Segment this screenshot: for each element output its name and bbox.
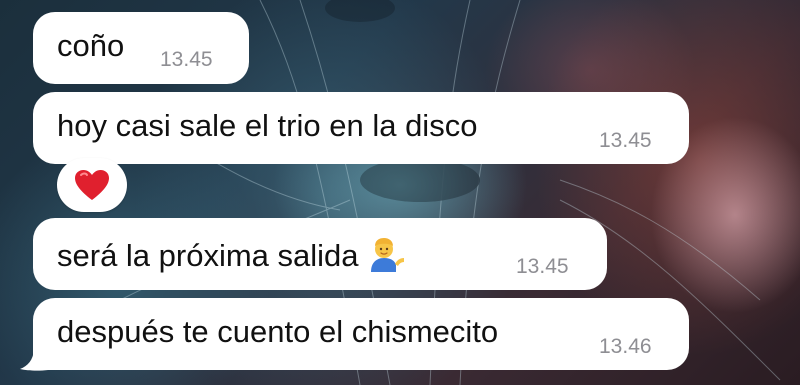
message-text: después te cuento el chismecito <box>57 314 499 349</box>
bubble-tail <box>20 350 48 371</box>
person-tipping-hand-icon <box>370 238 404 272</box>
chat-view: coño 13.45 hoy casi sale el trio en la d… <box>0 0 800 385</box>
message-timestamp: 13.45 <box>160 48 213 71</box>
message-bubble[interactable]: coño 13.45 <box>33 12 249 84</box>
message-timestamp: 13.45 <box>516 255 569 278</box>
message-timestamp: 13.46 <box>599 335 652 358</box>
message-bubble[interactable]: después te cuento el chismecito 13.46 <box>33 298 689 370</box>
heart-icon <box>75 170 109 200</box>
message-text: hoy casi sale el trio en la disco <box>57 108 478 143</box>
reaction-badge[interactable] <box>57 158 127 212</box>
message-bubble[interactable]: será la próxima salida 13.45 <box>33 218 607 290</box>
message-text: será la próxima salida <box>57 238 359 273</box>
message-bubble[interactable]: hoy casi sale el trio en la disco 13.45 <box>33 92 689 164</box>
message-timestamp: 13.45 <box>599 129 652 152</box>
message-text: coño <box>57 28 125 63</box>
